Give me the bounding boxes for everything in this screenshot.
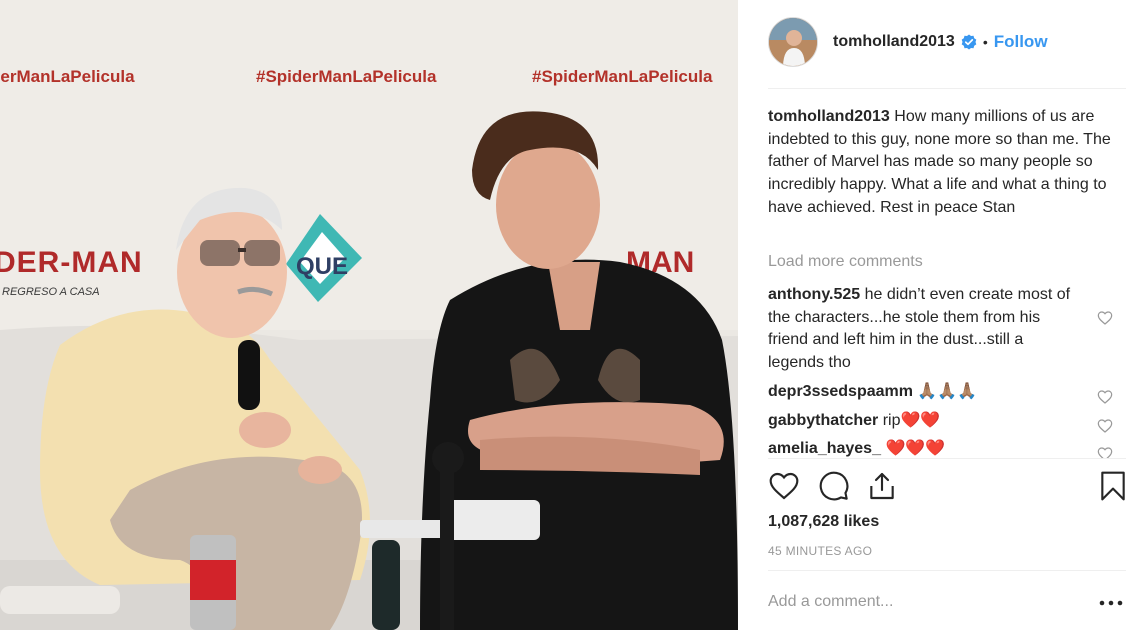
post-side-panel: tomholland2013 • Follow tomholland2013 H… [738,0,1130,630]
actions-divider [768,458,1126,459]
comment-text: 🙏🏽🙏🏽🙏🏽 [917,382,978,400]
post-timestamp[interactable]: 45 MINUTES AGO [768,544,872,558]
backdrop-logo-left: DER-MAN [0,246,143,279]
comment-like-heart-icon[interactable] [1097,310,1113,326]
backdrop-hashtag-right: #SpiderManLaPelicula [532,67,713,86]
comment-text: rip❤️❤️ [882,411,941,429]
comment-item: amelia_hayes_ ❤️❤️❤️ [768,438,1113,458]
comment-text: ❤️❤️❤️ [885,440,946,458]
comment-like-heart-icon[interactable] [1097,446,1113,458]
header-divider [768,88,1126,89]
header-separator: • [982,34,988,50]
action-bar [768,470,1130,504]
backdrop-hashtag-left: derManLaPelicula [0,67,135,86]
comment-item: anthony.525 he didn’t even create most o… [768,284,1113,375]
post-photo[interactable]: derManLaPelicula #SpiderManLaPelicula #S… [0,0,738,630]
comment-box-divider [768,570,1126,571]
more-options-icon[interactable] [1099,600,1123,606]
header-username[interactable]: tomholland2013 [833,33,955,51]
load-more-comments-button[interactable]: Load more comments [768,253,923,271]
comment-username[interactable]: depr3ssedspaamm [768,383,913,400]
follow-button[interactable]: Follow [994,32,1048,52]
comment-username[interactable]: gabbythatcher [768,412,878,429]
verified-badge-icon [961,34,977,50]
comment-item: depr3ssedspaamm 🙏🏽🙏🏽🙏🏽 [768,381,1113,404]
comment-like-heart-icon[interactable] [1097,389,1113,405]
backdrop-logo-sub: REGRESO A CASA [2,286,100,298]
likes-count[interactable]: 1,087,628 likes [768,513,879,531]
post-header: tomholland2013 • Follow [768,16,1130,68]
post-caption: tomholland2013 How many millions of us a… [768,106,1113,220]
add-comment-input[interactable]: Add a comment... [768,593,893,611]
bookmark-icon[interactable] [1098,470,1128,502]
heart-icon[interactable] [768,470,800,502]
comment-username[interactable]: anthony.525 [768,286,860,303]
comment-username[interactable]: amelia_hayes_ [768,440,881,457]
comment-icon[interactable] [818,470,850,502]
share-icon[interactable] [866,470,898,502]
caption-username[interactable]: tomholland2013 [768,108,890,125]
avatar[interactable] [768,17,818,67]
svg-text:QUE: QUE [296,253,348,280]
comments-list: anthony.525 he didn’t even create most o… [768,284,1113,458]
backdrop-hashtag-center: #SpiderManLaPelicula [256,67,437,86]
comment-like-heart-icon[interactable] [1097,418,1113,434]
comment-item: gabbythatcher rip❤️❤️ [768,410,1113,433]
